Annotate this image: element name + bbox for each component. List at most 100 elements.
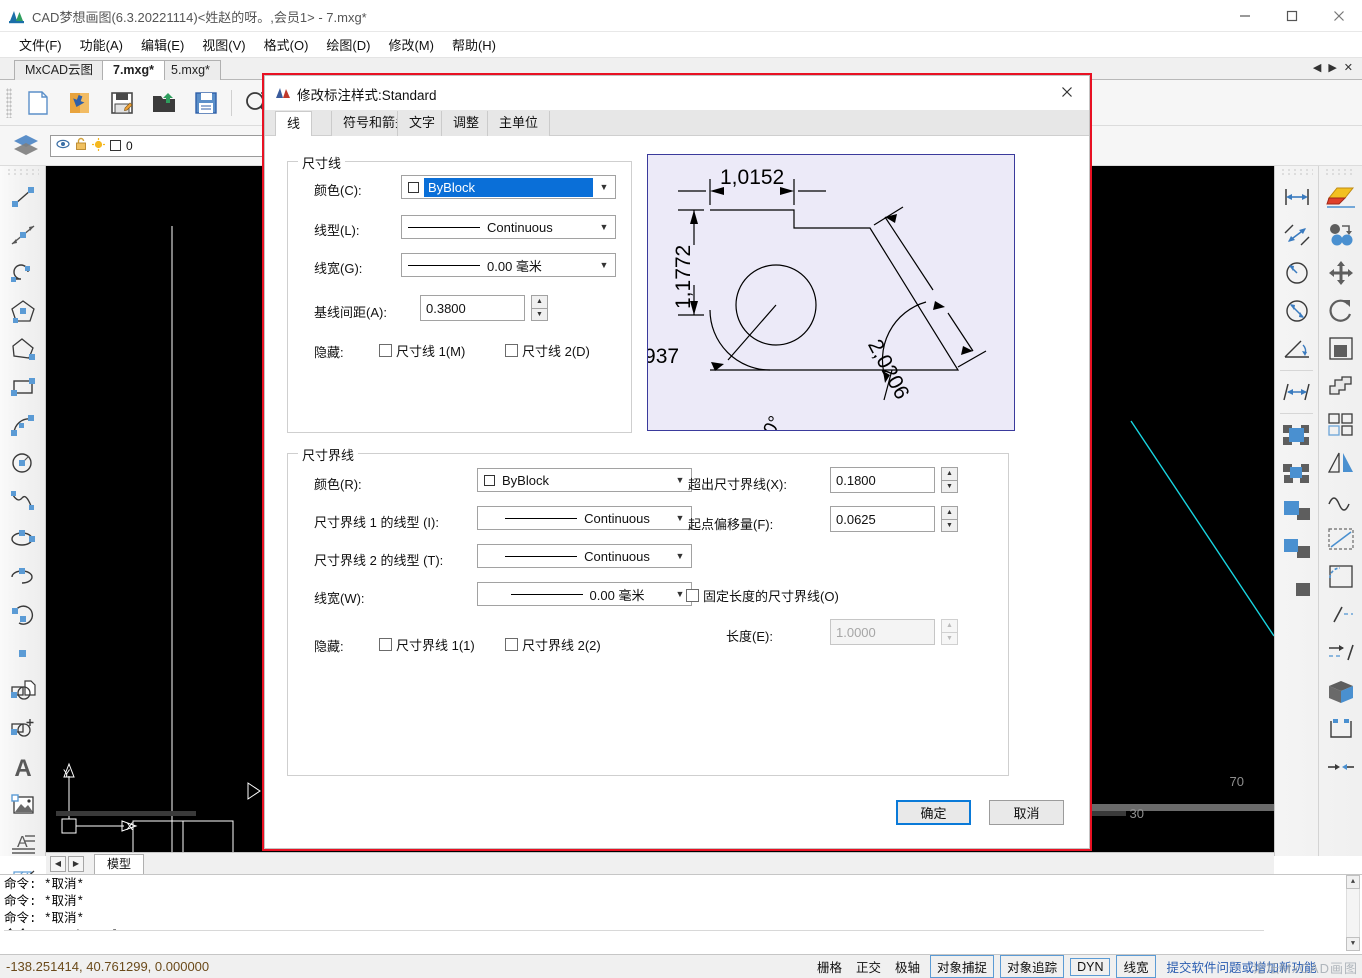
angular-dimension-icon[interactable] <box>1275 330 1318 368</box>
command-input[interactable] <box>4 930 1264 950</box>
radius-dimension-icon[interactable] <box>1275 254 1318 292</box>
chevron-down-icon[interactable]: ▼ <box>595 182 613 192</box>
close-button[interactable] <box>1316 0 1362 32</box>
scale-icon[interactable] <box>1319 330 1362 368</box>
checkbox-box[interactable] <box>379 638 392 651</box>
menu-help[interactable]: 帮助(H) <box>443 32 505 57</box>
status-toggle-polar[interactable]: 极轴 <box>888 955 927 978</box>
break-line-icon[interactable] <box>1319 596 1362 634</box>
trim-icon[interactable] <box>1319 634 1362 672</box>
origin-offset-stepper[interactable]: ▲ ▼ <box>941 506 958 532</box>
mtext-tool-icon[interactable]: A <box>0 824 46 862</box>
dimline-lineweight-combobox[interactable]: 0.00 毫米 ▼ <box>401 253 616 277</box>
spinner-up-icon[interactable]: ▲ <box>941 467 958 480</box>
baseline-spacing-stepper[interactable]: ▲ ▼ <box>531 295 548 321</box>
chevron-down-icon[interactable]: ▼ <box>595 260 613 270</box>
tab-close-icon[interactable]: ✕ <box>1342 61 1358 74</box>
taper-icon[interactable] <box>1319 444 1362 482</box>
extend-beyond-input[interactable]: 0.1800 <box>830 467 935 493</box>
text-tool-icon[interactable]: A <box>0 748 46 786</box>
status-toggle-dyn[interactable]: DYN <box>1070 957 1111 976</box>
spinner-down-icon[interactable]: ▼ <box>941 518 958 532</box>
closed-polyline-tool-icon[interactable] <box>0 330 46 368</box>
layer-unlock-icon[interactable] <box>75 137 87 154</box>
insert-block-tool-icon[interactable] <box>0 710 46 748</box>
spinner-down-icon[interactable]: ▼ <box>531 307 548 321</box>
length-stepper[interactable]: ▲ ▼ <box>941 619 958 645</box>
minimize-button[interactable] <box>1222 0 1268 32</box>
baseline-dimension-icon[interactable] <box>1275 373 1318 411</box>
revision-cloud-tool-icon[interactable] <box>0 596 46 634</box>
fixed-length-checkbox[interactable]: 固定长度的尺寸界线(O) <box>686 586 839 605</box>
chevron-down-icon[interactable]: ▼ <box>671 475 689 485</box>
checkbox-box[interactable] <box>505 638 518 651</box>
chevron-down-icon[interactable]: ▼ <box>671 513 689 523</box>
right-palette-grip-2[interactable] <box>1324 168 1356 176</box>
polygon-tool-icon[interactable] <box>0 292 46 330</box>
polyline-tool-icon[interactable] <box>0 254 46 292</box>
dimline-linetype-combobox[interactable]: Continuous ▼ <box>401 215 616 239</box>
layers-icon[interactable] <box>6 126 46 166</box>
hide-extline2-checkbox[interactable]: 尺寸界线 2(2) <box>505 635 601 654</box>
open-recent-icon[interactable] <box>60 83 100 123</box>
point-tool-icon[interactable] <box>0 634 46 672</box>
layout-prev-icon[interactable]: ◀ <box>50 855 66 872</box>
menu-function[interactable]: 功能(A) <box>71 32 132 57</box>
command-scrollbar[interactable]: ▲ ▼ <box>1346 875 1360 951</box>
scroll-down-icon[interactable]: ▼ <box>1346 937 1360 951</box>
chevron-down-icon[interactable]: ▼ <box>671 551 689 561</box>
status-toggle-otrack[interactable]: 对象追踪 <box>1000 955 1065 978</box>
move-icon[interactable] <box>1319 254 1362 292</box>
maximize-button[interactable] <box>1269 0 1315 32</box>
diameter-dimension-icon[interactable] <box>1275 292 1318 330</box>
status-toggle-ortho[interactable]: 正交 <box>849 955 888 978</box>
mirror-objects-icon[interactable] <box>1275 454 1318 492</box>
tab-next-icon[interactable]: ▶ <box>1326 61 1341 74</box>
spinner-up-icon[interactable]: ▲ <box>941 506 958 519</box>
save-icon[interactable] <box>102 83 142 123</box>
explode-icon[interactable] <box>1319 368 1362 406</box>
layer-color-swatch[interactable] <box>110 140 121 151</box>
chevron-down-icon[interactable]: ▼ <box>595 222 613 232</box>
extend-beyond-stepper[interactable]: ▲ ▼ <box>941 467 958 493</box>
wave-icon[interactable] <box>1319 482 1362 520</box>
open-folder-icon[interactable] <box>144 83 184 123</box>
checkbox-box[interactable] <box>505 344 518 357</box>
toolbar-grip[interactable] <box>6 87 12 118</box>
rectangle-tool-icon[interactable] <box>0 368 46 406</box>
palette-grip[interactable] <box>6 168 39 176</box>
right-palette-grip-1[interactable] <box>1280 168 1313 176</box>
linear-dimension-icon[interactable] <box>1275 178 1318 216</box>
extline-color-combobox[interactable]: ByBlock ▼ <box>477 468 692 492</box>
hide-extline1-checkbox[interactable]: 尺寸界线 1(1) <box>379 635 475 654</box>
construction-line-tool-icon[interactable] <box>0 216 46 254</box>
spinner-down-icon[interactable]: ▼ <box>941 479 958 493</box>
line-tool-icon[interactable] <box>0 178 46 216</box>
file-tab-7mxg[interactable]: 7.mxg* <box>102 60 165 80</box>
status-toggle-lineweight[interactable]: 线宽 <box>1116 955 1156 978</box>
menu-draw[interactable]: 绘图(D) <box>317 32 379 57</box>
scroll-track[interactable] <box>1346 889 1360 937</box>
ellipse-arc-tool-icon[interactable] <box>0 558 46 596</box>
copy-move-icon[interactable] <box>1319 216 1362 254</box>
spinner-up-icon[interactable]: ▲ <box>531 295 548 308</box>
array-objects-icon[interactable] <box>1275 530 1318 568</box>
layer-combobox[interactable]: 0 <box>50 134 290 157</box>
baseline-spacing-input[interactable]: 0.3800 <box>420 295 525 321</box>
layer-visible-icon[interactable] <box>56 138 70 153</box>
hide-dimline1-checkbox[interactable]: 尺寸线 1(M) <box>379 341 465 360</box>
tab-lines[interactable]: 线 <box>275 111 313 137</box>
3d-box-icon[interactable] <box>1319 672 1362 710</box>
status-toggle-grid[interactable]: 栅格 <box>810 955 849 978</box>
layout-tab-model[interactable]: 模型 <box>94 853 145 874</box>
rotate-icon[interactable] <box>1319 292 1362 330</box>
ellipse-tool-icon[interactable] <box>0 520 46 558</box>
menu-view[interactable]: 视图(V) <box>193 32 254 57</box>
dialog-close-button[interactable] <box>1045 76 1089 108</box>
extline2-linetype-combobox[interactable]: Continuous ▼ <box>477 544 692 568</box>
extline-lineweight-combobox[interactable]: 0.00 毫米 ▼ <box>477 582 692 606</box>
grip-edit-icon[interactable] <box>1319 710 1362 748</box>
join-icon[interactable] <box>1319 748 1362 786</box>
length-input[interactable]: 1.0000 <box>830 619 935 645</box>
file-tab-mxcad-cloud[interactable]: MxCAD云图 <box>14 60 105 80</box>
